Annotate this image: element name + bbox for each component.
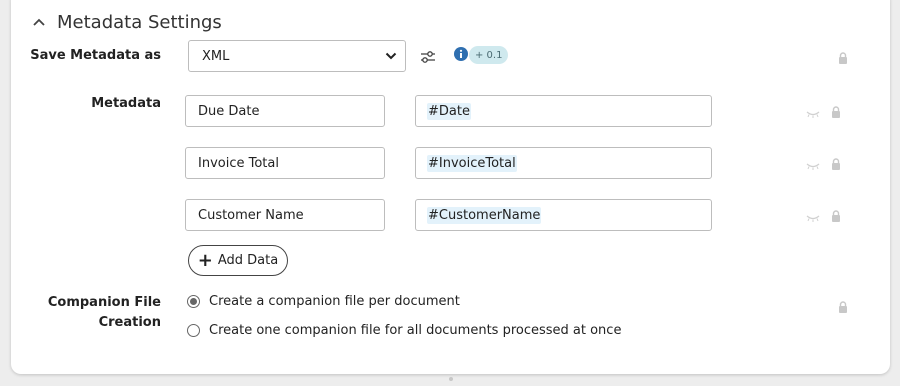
section-header[interactable]: Metadata Settings: [31, 9, 222, 35]
radio-button[interactable]: [187, 324, 200, 337]
add-data-label: Add Data: [217, 253, 279, 268]
metadata-value-field[interactable]: #InvoiceTotal: [415, 147, 712, 179]
eye-closed-icon[interactable]: [806, 162, 820, 170]
info-icon[interactable]: [454, 47, 468, 61]
metadata-name-field[interactable]: Invoice Total: [185, 147, 385, 179]
add-data-button[interactable]: + Add Data: [188, 245, 288, 276]
eye-closed-icon[interactable]: [806, 110, 820, 118]
chevron-up-icon[interactable]: [31, 14, 47, 30]
save-format-value: XML: [202, 48, 230, 64]
lock-icon[interactable]: [831, 106, 841, 118]
chevron-down-icon: [385, 52, 397, 60]
radio-button[interactable]: [187, 295, 200, 308]
metadata-variable-tag: #Date: [427, 102, 471, 120]
save-metadata-label: Save Metadata as: [30, 48, 161, 63]
metadata-name-value: Invoice Total: [198, 155, 279, 171]
metadata-name-field[interactable]: Customer Name: [185, 199, 385, 231]
section-title: Metadata Settings: [57, 11, 222, 33]
resize-handle[interactable]: [449, 377, 453, 381]
metadata-value-field[interactable]: #Date: [415, 95, 712, 127]
companion-label-line: Companion File: [47, 295, 161, 310]
metadata-label: Metadata: [91, 96, 161, 111]
metadata-variable-tag: #CustomerName: [427, 206, 542, 224]
companion-file-label: Companion File Creation: [21, 293, 161, 333]
metadata-name-value: Due Date: [198, 103, 260, 119]
metadata-variable-tag: #InvoiceTotal: [427, 154, 517, 172]
radio-label: Create a companion file per document: [209, 294, 460, 309]
lock-icon[interactable]: [831, 158, 841, 170]
version-badge: + 0.1: [469, 46, 509, 64]
lock-icon[interactable]: [831, 210, 841, 222]
radio-label: Create one companion file for all docume…: [209, 323, 622, 338]
lock-icon[interactable]: [838, 52, 848, 64]
metadata-name-field[interactable]: Due Date: [185, 95, 385, 127]
radio-all-documents[interactable]: Create one companion file for all docume…: [187, 323, 621, 338]
plus-icon: +: [197, 249, 213, 271]
radio-per-document[interactable]: Create a companion file per document: [187, 294, 460, 309]
lock-icon[interactable]: [838, 301, 848, 313]
metadata-value-field[interactable]: #CustomerName: [415, 199, 712, 231]
sliders-icon[interactable]: [420, 50, 436, 64]
companion-label-line: Creation: [98, 315, 161, 330]
save-format-select[interactable]: XML: [188, 40, 406, 72]
metadata-name-value: Customer Name: [198, 207, 304, 223]
eye-closed-icon[interactable]: [806, 214, 820, 222]
